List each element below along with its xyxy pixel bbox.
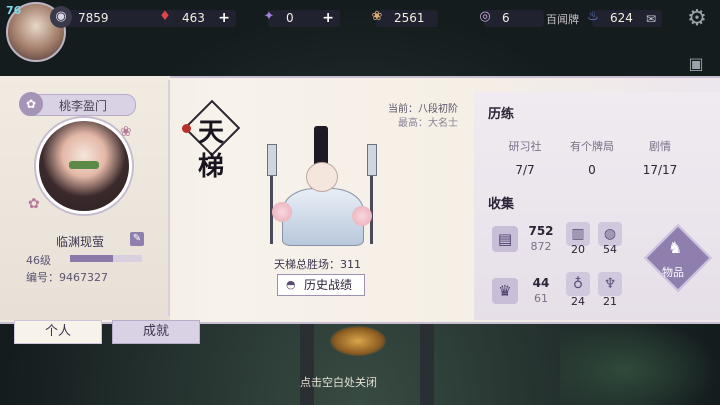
jade-value: 7859 [78, 11, 109, 25]
orb-value: 6 [502, 11, 510, 25]
costume-icon[interactable]: ♛ [492, 278, 518, 304]
ladder-total-wins: 天梯总胜场：311 [274, 258, 361, 271]
emblem-seal-dot [182, 124, 191, 133]
add-purple-scroll-button[interactable]: + [322, 10, 334, 27]
guild-name: 桃李盈门 [59, 99, 108, 113]
card-game-value: 0 [588, 163, 596, 177]
orb-currency: ◎ 6 [479, 9, 544, 27]
history-record-button[interactable]: ◓ 历史战绩 [277, 274, 365, 296]
food-currency: ❀ 2561 [372, 9, 438, 27]
flower-decoration-icon: ❀ [120, 124, 132, 140]
gourd-count: 24 [571, 295, 585, 308]
player-uid: 编号：9467327 [26, 271, 108, 284]
food-value: 2561 [394, 11, 425, 25]
edit-name-icon[interactable]: ✎ [130, 232, 144, 246]
level-progress-bar [70, 255, 142, 262]
current-rank: 当前：八段初阶 [388, 104, 458, 115]
training-title: 历练 [488, 107, 515, 122]
camera-icon[interactable]: ▣ [684, 54, 708, 74]
lantern-count: 21 [603, 295, 617, 308]
emblem-char-top: 天 [198, 118, 225, 148]
heart-gem-currency: ♦ 463 + [159, 9, 236, 27]
orb-icon: ◎ [479, 9, 491, 24]
flower-decoration-icon: ✿ [28, 196, 40, 212]
fps-counter: 76 [6, 4, 22, 17]
close-hint: 点击空白处关闭 [300, 376, 377, 389]
blossom-decoration [272, 202, 292, 222]
purple-scroll-icon: ✦ [263, 9, 275, 24]
shikigami-collected: 752 [528, 224, 554, 238]
study-club-value: 7/7 [515, 163, 535, 177]
player-name: 临渊现萤 [56, 235, 105, 249]
tree-decoration [560, 318, 720, 405]
level-progress-fill [70, 255, 114, 262]
player-level: 46级 [26, 254, 51, 267]
items-label: 物品 [662, 266, 684, 279]
character-portrait[interactable] [36, 118, 132, 214]
story-label: 剧情 [649, 140, 671, 153]
history-record-label: 历史战绩 [304, 278, 353, 292]
ladder-emblem: 天 梯 [182, 99, 241, 182]
card-count: 20 [571, 243, 585, 256]
flame-value: 624 [610, 11, 633, 25]
heart-gem-icon: ♦ [159, 9, 171, 24]
collection-title: 收集 [488, 197, 515, 212]
panel-divider [168, 80, 170, 316]
heart-gem-value: 463 [182, 11, 205, 25]
costume-total: 61 [534, 292, 548, 305]
blossom-decoration [352, 206, 372, 226]
mail-icon[interactable]: ✉ [646, 11, 656, 28]
jade-icon: ◉ [50, 6, 72, 28]
tab-achievement[interactable]: 成就 [112, 320, 200, 344]
hundred-ghost-label[interactable]: 百闻牌 [546, 11, 579, 27]
study-club-label: 研习社 [508, 140, 542, 153]
frame-count: 54 [603, 243, 617, 256]
guild-badge[interactable]: ✿ 桃李盈门 [19, 92, 136, 116]
food-icon: ❀ [371, 9, 383, 24]
highest-rank: 最高：大名士 [398, 118, 458, 129]
tab-personal[interactable]: 个人 [14, 320, 102, 344]
bamboo-muzzle [69, 161, 99, 169]
flame-currency: ♨ 624 ✉ [587, 9, 662, 28]
lantern-icon[interactable]: ♆ [598, 272, 622, 296]
shikigami-book-icon[interactable]: ▤ [492, 226, 518, 252]
story-value: 17/17 [642, 163, 678, 177]
figure-right-blade [367, 144, 377, 176]
flame-icon: ♨ [587, 9, 599, 24]
figure-left-blade [267, 144, 277, 176]
figure-hat [314, 126, 328, 166]
settings-gear-icon[interactable]: ⚙ [684, 6, 710, 32]
top-hud: 76 ◉ 7859 ♦ 463 + ✦ 0 + ❀ 2561 百闻牌 ◎ 6 ♨… [0, 0, 720, 62]
figure-head [306, 162, 338, 192]
shikigami-total: 872 [530, 240, 552, 253]
add-heart-gem-button[interactable]: + [218, 10, 230, 27]
costume-collected: 44 [532, 276, 550, 290]
guild-crest-icon: ✿ [19, 92, 43, 116]
gourd-icon[interactable]: ♁ [566, 272, 590, 296]
emblem-char-bottom: 梯 [198, 152, 225, 182]
purple-scroll-currency: ✦ 0 + [264, 9, 340, 27]
lantern-decoration [330, 326, 386, 356]
purple-scroll-value: 0 [286, 11, 294, 25]
rank-figure [262, 126, 382, 246]
card-game-label: 有个牌局 [570, 140, 614, 153]
rabbit-icon: ♞ [668, 238, 683, 257]
fan-icon: ◓ [286, 278, 296, 291]
